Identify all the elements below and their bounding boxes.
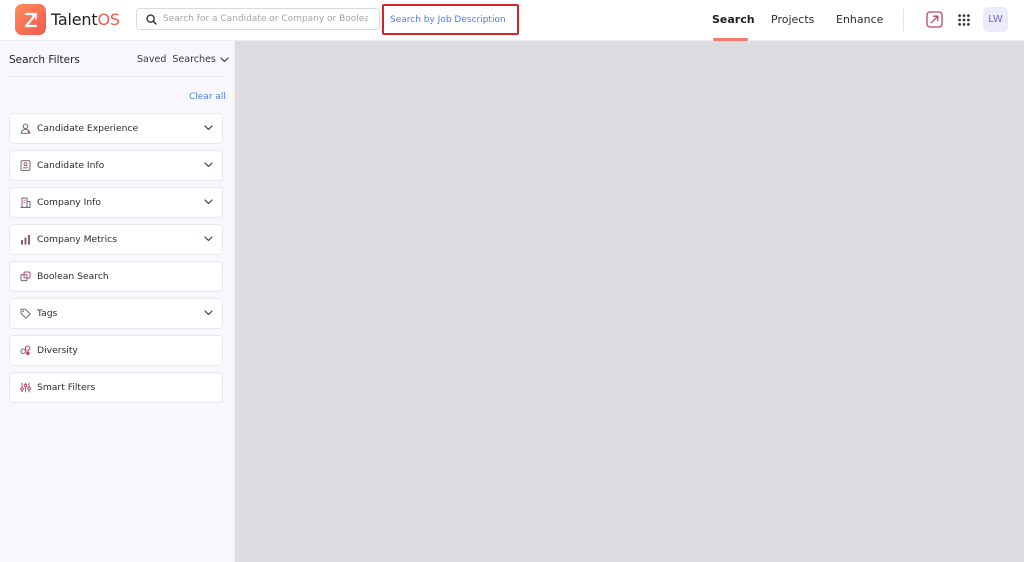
top-header: TalentOS Search by Job Description Searc… xyxy=(0,0,1024,41)
logo-mark-icon xyxy=(15,4,46,35)
global-search-box[interactable] xyxy=(136,8,380,30)
chevron-down-icon xyxy=(204,125,213,131)
filter-boolean-search[interactable]: Boolean Search xyxy=(9,261,223,292)
filter-tags[interactable]: Tags xyxy=(9,298,223,329)
filter-label: Company Info xyxy=(37,197,102,208)
filter-candidate-experience[interactable]: Candidate Experience xyxy=(9,113,223,144)
id-card-icon xyxy=(19,160,31,172)
filter-label: Company Metrics xyxy=(37,234,117,245)
filter-diversity[interactable]: Diversity xyxy=(9,335,223,366)
chevron-down-icon xyxy=(204,310,213,316)
sliders-icon xyxy=(19,382,31,394)
filter-company-metrics[interactable]: Company Metrics xyxy=(9,224,223,255)
sidebar-divider xyxy=(9,76,223,77)
nav-tab-search[interactable]: Search xyxy=(712,13,755,26)
clear-all-link[interactable]: Clear all xyxy=(189,92,226,102)
filter-label: Smart Filters xyxy=(37,382,96,393)
apps-grid-icon[interactable] xyxy=(958,14,970,26)
filter-label: Diversity xyxy=(37,345,78,356)
logo-text: TalentOS xyxy=(51,10,120,29)
search-by-job-description-button[interactable]: Search by Job Description xyxy=(382,4,519,35)
filter-label: Boolean Search xyxy=(37,271,109,282)
chevron-down-icon xyxy=(204,236,213,242)
user-avatar[interactable]: LW xyxy=(983,7,1008,32)
filter-candidate-info[interactable]: Candidate Info xyxy=(9,150,223,181)
filter-label: Candidate Experience xyxy=(37,123,139,134)
external-link-icon[interactable] xyxy=(926,11,943,28)
chevron-down-icon xyxy=(204,199,213,205)
global-search-input[interactable] xyxy=(163,14,368,24)
chevron-down-icon xyxy=(204,162,213,168)
saved-searches-label: Saved Searches xyxy=(137,54,216,65)
tag-icon xyxy=(19,308,31,320)
search-icon xyxy=(146,13,157,25)
diversity-icon xyxy=(19,345,31,357)
app-logo[interactable]: TalentOS xyxy=(15,4,120,35)
chevron-down-icon xyxy=(220,56,229,62)
filter-label: Candidate Info xyxy=(37,160,105,171)
filter-label: Tags xyxy=(37,308,58,319)
nav-tab-enhance[interactable]: Enhance xyxy=(836,13,883,26)
saved-searches-dropdown[interactable]: Saved Searches xyxy=(137,54,229,65)
filter-company-info[interactable]: Company Info xyxy=(9,187,223,218)
nav-tab-projects[interactable]: Projects xyxy=(771,13,814,26)
search-filters-sidebar: Search Filters Saved Searches Clear all … xyxy=(0,41,235,562)
sidebar-title: Search Filters xyxy=(9,54,80,66)
header-divider xyxy=(903,9,904,31)
bar-chart-icon xyxy=(19,234,31,246)
filter-smart-filters[interactable]: Smart Filters xyxy=(9,372,223,403)
boolean-icon xyxy=(19,271,31,283)
building-icon xyxy=(19,197,31,209)
results-area xyxy=(235,41,1024,562)
person-icon xyxy=(19,123,31,135)
